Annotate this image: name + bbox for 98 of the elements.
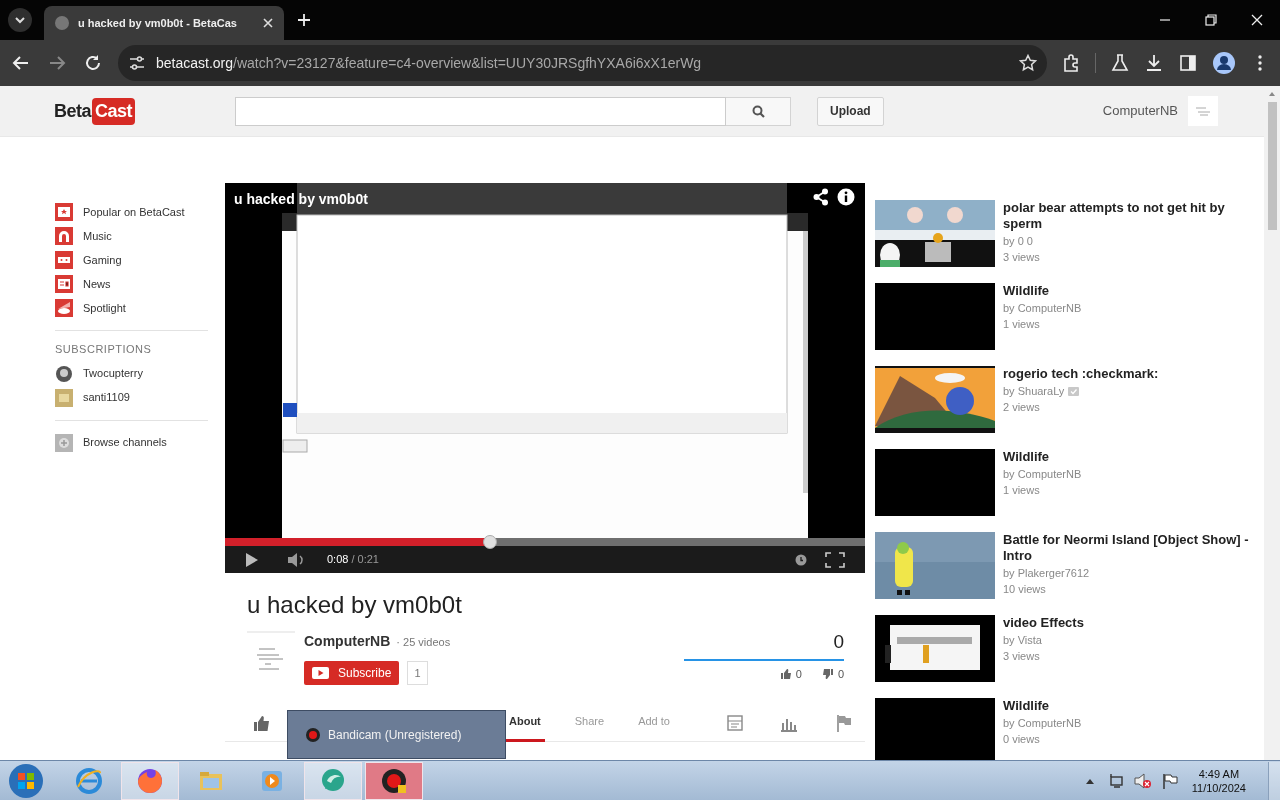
username[interactable]: ComputerNB xyxy=(1102,101,1178,121)
view-count: 2 views xyxy=(1003,400,1041,415)
flask-icon[interactable] xyxy=(1110,53,1130,73)
subscribe-button[interactable]: Subscribe xyxy=(304,661,400,685)
video-count: · 25 videos xyxy=(396,635,451,650)
upload-button[interactable]: Upload xyxy=(817,96,884,126)
subscription-item[interactable]: Twocupterry xyxy=(55,361,143,386)
related-video-title[interactable]: video Effects xyxy=(1003,615,1084,631)
show-hidden-icons-icon[interactable] xyxy=(1085,777,1094,784)
channel-name: by ComputerNB xyxy=(1003,301,1082,316)
view-count: 10 views xyxy=(1003,582,1047,597)
new-tab-icon[interactable] xyxy=(297,13,311,27)
video-thumbnail[interactable] xyxy=(875,698,995,760)
download-icon[interactable] xyxy=(1144,53,1164,73)
close-icon[interactable] xyxy=(262,17,274,29)
address-bar[interactable]: betacast.org/watch?v=23127&feature=c4-overview&list=UUY30JRSgfhYXA6i6xX1erWg xyxy=(118,45,1047,81)
headphones-icon xyxy=(55,227,73,245)
video-thumbnail[interactable] xyxy=(875,283,995,350)
subscriber-count: 1 xyxy=(407,661,428,685)
channel-name: by ComputerNB xyxy=(1003,467,1082,482)
browse-channels-link[interactable]: Browse channels xyxy=(55,430,167,455)
thumbs-down-icon[interactable] xyxy=(821,668,834,681)
muted-speaker-icon[interactable] xyxy=(1133,772,1152,789)
clock[interactable]: 4:49 AM 11/10/2024 xyxy=(1191,766,1246,795)
share-icon[interactable] xyxy=(813,188,829,206)
fullscreen-icon[interactable] xyxy=(825,551,845,568)
related-video-title[interactable]: polar bear attempts to not get hit by sperm xyxy=(1003,200,1255,232)
related-video-title[interactable]: Wildlife xyxy=(1003,698,1082,714)
thumbs-up-icon[interactable] xyxy=(779,668,792,681)
sidebar-item[interactable]: Music xyxy=(55,224,112,248)
start-button[interactable] xyxy=(8,762,44,799)
video-player[interactable]: u hacked by vm0b0t 0:08 / 0:21 xyxy=(225,183,865,573)
search-field[interactable] xyxy=(235,96,727,126)
url-text: betacast.org/watch?v=23127&feature=c4-overview&list=UUY30JRSgfhYXA6i6xX1erWg xyxy=(156,53,703,73)
view-count: 0 views xyxy=(1003,732,1041,747)
scroll-up-icon[interactable] xyxy=(1268,90,1276,98)
related-video-title[interactable]: Battle for Neormi Island [Object Show] - Intro xyxy=(1003,532,1255,564)
taskbar-app[interactable] xyxy=(365,761,423,800)
record-icon xyxy=(306,727,320,742)
sidebar-item[interactable]: Gaming xyxy=(55,248,122,272)
video-title: u hacked by vm0b0t xyxy=(247,591,463,619)
video-thumbnail[interactable] xyxy=(875,449,995,516)
clock-icon[interactable] xyxy=(795,553,807,566)
browser-icon xyxy=(75,766,103,795)
related-video-title[interactable]: rogerio tech :checkmark: xyxy=(1003,366,1159,382)
sidebar-item[interactable]: Spotlight xyxy=(55,296,126,320)
search-button[interactable] xyxy=(726,96,792,126)
channel-name: by ComputerNB xyxy=(1003,716,1082,731)
related-video-title[interactable]: Wildlife xyxy=(1003,449,1082,465)
view-count: 1 views xyxy=(1003,317,1041,332)
network-icon[interactable] xyxy=(1107,772,1124,789)
verified-icon xyxy=(1068,387,1080,396)
time-display: 0:08 / 0:21 xyxy=(327,552,379,568)
extensions-icon[interactable] xyxy=(1061,53,1081,73)
search-icon xyxy=(751,104,765,118)
sidebar-item[interactable]: News xyxy=(55,272,111,296)
newspaper-icon xyxy=(55,275,73,293)
star-icon[interactable] xyxy=(1019,54,1037,72)
view-count: 0 xyxy=(833,631,844,653)
channel-avatar-icon xyxy=(55,388,73,407)
sidebar-item[interactable]: Popular on BetaCast xyxy=(55,200,185,224)
channel-name: by 0 0 xyxy=(1003,234,1033,249)
site-settings-icon[interactable] xyxy=(128,54,146,72)
popup-label: Bandicam (Unregistered) xyxy=(328,726,462,744)
view-count: 3 views xyxy=(1003,250,1041,265)
scrollbar-thumb[interactable] xyxy=(1267,102,1277,230)
channel-name: by Plakerger7612 xyxy=(1003,566,1090,581)
play-icon xyxy=(312,667,329,679)
view-count: 3 views xyxy=(1003,649,1041,664)
restore-icon[interactable] xyxy=(1204,13,1218,27)
subscription-item[interactable]: santi1109 xyxy=(55,385,130,410)
record-icon xyxy=(380,766,408,795)
side-panel-icon[interactable] xyxy=(1178,53,1198,73)
channel-name: by Vista xyxy=(1003,633,1042,648)
close-icon[interactable] xyxy=(1250,13,1264,27)
spotlight-icon xyxy=(55,299,73,317)
channel-avatar-icon xyxy=(55,364,73,383)
section-heading: SUBSCRIPTIONS xyxy=(55,342,153,357)
flag-icon[interactable] xyxy=(1161,772,1178,789)
related-video-title[interactable]: Wildlife xyxy=(1003,283,1082,299)
like-count: 0 xyxy=(795,667,802,682)
gamepad-icon xyxy=(55,251,73,269)
channel-name: by ShuaraLy xyxy=(1003,384,1065,399)
video-title-overlay: u hacked by vm0b0t xyxy=(234,190,368,209)
taskbar-preview-popup[interactable]: Bandicam (Unregistered) xyxy=(287,710,506,759)
dislike-count: 0 xyxy=(837,667,844,682)
plus-icon xyxy=(55,433,73,452)
profile-icon[interactable] xyxy=(1212,51,1236,75)
tab-search-button[interactable] xyxy=(8,8,32,32)
tab-title: u hacked by vm0b0t - BetaCas xyxy=(78,15,237,31)
fox-browser-icon xyxy=(136,766,164,795)
browser-tab[interactable]: u hacked by vm0b0t - BetaCas xyxy=(44,6,284,40)
view-count: 1 views xyxy=(1003,483,1041,498)
info-icon[interactable] xyxy=(837,188,855,206)
play-icon[interactable] xyxy=(245,551,259,568)
thumbs-up-icon[interactable] xyxy=(253,714,271,732)
transcript-icon[interactable] xyxy=(725,714,744,732)
channel-name[interactable]: ComputerNB xyxy=(304,631,391,652)
